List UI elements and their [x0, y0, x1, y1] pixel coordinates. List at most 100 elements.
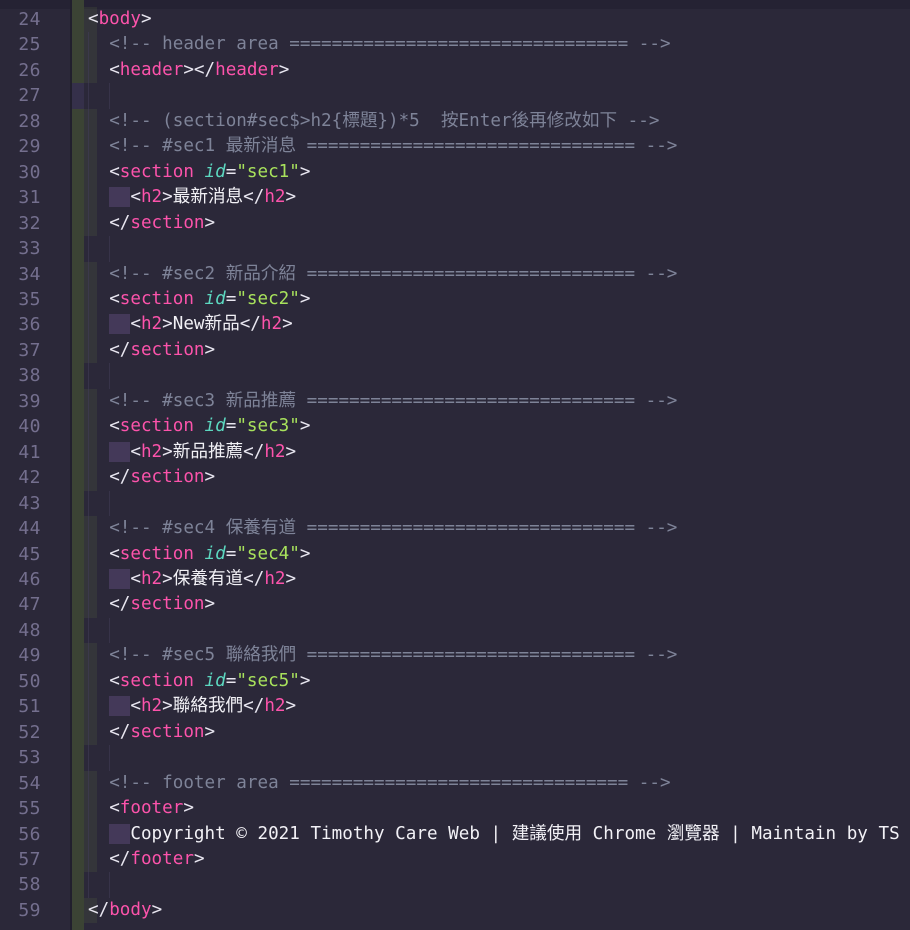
line-number[interactable]: 25	[0, 32, 41, 57]
code-token: >	[162, 187, 173, 207]
line-number[interactable]: 33	[0, 236, 41, 261]
code-line-54[interactable]: 54 <!-- footer area ====================…	[0, 771, 910, 796]
code-token: <	[109, 798, 120, 818]
line-number[interactable]: 48	[0, 618, 41, 643]
line-number[interactable]: 44	[0, 516, 41, 541]
code-line-40[interactable]: 40 <section id="sec3">	[0, 414, 910, 439]
line-number[interactable]: 24	[0, 7, 41, 32]
indent-guide	[109, 745, 110, 770]
code-line-49[interactable]: 49 <!-- #sec5 聯絡我們 =====================…	[0, 643, 910, 668]
line-number[interactable]: 29	[0, 134, 41, 159]
line-number[interactable]: 32	[0, 211, 41, 236]
code-text: <h2>聯絡我們</h2>	[88, 694, 296, 719]
code-line-28[interactable]: 28 <!-- (section#sec$>h2{標題})*5 按Enter後再…	[0, 109, 910, 134]
code-line-36[interactable]: 36 <h2>New新品</h2>	[0, 312, 910, 337]
code-line-34[interactable]: 34 <!-- #sec2 新品介紹 =====================…	[0, 262, 910, 287]
code-token: section	[130, 467, 204, 487]
code-token: <	[88, 9, 99, 29]
code-text: <!-- #sec1 最新消息 ========================…	[88, 134, 677, 159]
code-token: </	[109, 722, 130, 742]
line-number[interactable]: 26	[0, 58, 41, 83]
code-line-51[interactable]: 51 <h2>聯絡我們</h2>	[0, 694, 910, 719]
code-line-53[interactable]: 53	[0, 745, 910, 770]
line-number[interactable]: 30	[0, 160, 41, 185]
code-token: <!-- #sec5 聯絡我們 ========================…	[109, 645, 677, 665]
line-number[interactable]: 57	[0, 847, 41, 872]
code-line-24[interactable]: 24<body>	[0, 7, 910, 32]
line-number[interactable]: 46	[0, 567, 41, 592]
line-number[interactable]: 31	[0, 185, 41, 210]
code-token: >	[300, 289, 311, 309]
line-number[interactable]: 55	[0, 796, 41, 821]
code-lines-container[interactable]: 24 < body >25 <!-- header area ============…	[0, 7, 910, 923]
code-line-52[interactable]: 52 </section>	[0, 720, 910, 745]
code-token: <!-- header area =======================…	[109, 34, 670, 54]
code-line-44[interactable]: 44 <!-- #sec4 保養有道 =====================…	[0, 516, 910, 541]
line-number[interactable]: 28	[0, 109, 41, 134]
code-token: 新品推薦	[173, 442, 243, 462]
line-number[interactable]: 51	[0, 694, 41, 719]
code-line-26[interactable]: 26 <header></header>	[0, 58, 910, 83]
code-line-33[interactable]: 33	[0, 236, 910, 261]
code-line-35[interactable]: 35 <section id="sec2">	[0, 287, 910, 312]
code-line-55[interactable]: 55 <footer>	[0, 796, 910, 821]
line-number[interactable]: 43	[0, 491, 41, 516]
line-number[interactable]: 54	[0, 771, 41, 796]
code-line-43[interactable]: 43	[0, 491, 910, 516]
code-line-30[interactable]: 30 <section id="sec1">	[0, 160, 910, 185]
code-text: <section id="sec5">	[88, 669, 310, 694]
line-number[interactable]: 37	[0, 338, 41, 363]
code-token: </	[109, 340, 130, 360]
line-number[interactable]: 35	[0, 287, 41, 312]
line-number[interactable]: 27	[0, 83, 41, 108]
code-line-45[interactable]: 45 <section id="sec4">	[0, 542, 910, 567]
line-number[interactable]: 58	[0, 872, 41, 897]
line-number[interactable]: 49	[0, 643, 41, 668]
line-number[interactable]: 40	[0, 414, 41, 439]
code-token: body	[109, 900, 151, 920]
code-token	[194, 162, 205, 182]
code-line-50[interactable]: 50 <section id="sec5">	[0, 669, 910, 694]
code-line-31[interactable]: 31 <h2>最新消息</h2>	[0, 185, 910, 210]
line-number[interactable]: 38	[0, 363, 41, 388]
line-number[interactable]: 45	[0, 542, 41, 567]
code-text: <h2>New新品</h2>	[88, 312, 293, 337]
line-number[interactable]: 50	[0, 669, 41, 694]
code-line-46[interactable]: 46 <h2>保養有道</h2>	[0, 567, 910, 592]
line-number[interactable]: 34	[0, 262, 41, 287]
code-text: <footer>	[88, 796, 194, 821]
code-line-57[interactable]: 57 </footer>	[0, 847, 910, 872]
code-text: <h2>最新消息</h2>	[88, 185, 296, 210]
code-line-37[interactable]: 37 </section>	[0, 338, 910, 363]
code-line-27[interactable]: 27	[0, 83, 910, 108]
line-number[interactable]: 36	[0, 312, 41, 337]
code-line-56[interactable]: 56 Copyright © 2021 Timothy Care Web | 建…	[0, 822, 910, 847]
code-token: >	[286, 442, 297, 462]
code-token: <	[109, 671, 120, 691]
code-line-58[interactable]: 58	[0, 872, 910, 897]
code-line-25[interactable]: 25 <!-- header area ====================…	[0, 32, 910, 57]
code-line-42[interactable]: 42 </section>	[0, 465, 910, 490]
code-line-38[interactable]: 38	[0, 363, 910, 388]
line-number[interactable]: 53	[0, 745, 41, 770]
code-line-47[interactable]: 47 </section>	[0, 592, 910, 617]
code-line-29[interactable]: 29 <!-- #sec1 最新消息 =====================…	[0, 134, 910, 159]
code-line-39[interactable]: 39 <!-- #sec3 新品推薦 =====================…	[0, 389, 910, 414]
code-token: =	[226, 289, 237, 309]
line-number[interactable]: 52	[0, 720, 41, 745]
line-number[interactable]: 42	[0, 465, 41, 490]
line-number[interactable]: 41	[0, 440, 41, 465]
line-number[interactable]: 59	[0, 898, 41, 923]
line-number[interactable]: 56	[0, 822, 41, 847]
code-token: 保養有道	[173, 569, 243, 589]
line-number[interactable]: 47	[0, 592, 41, 617]
code-line-48[interactable]: 48	[0, 618, 910, 643]
line-number[interactable]: 39	[0, 389, 41, 414]
code-editor[interactable]: 24 < body >25 <!-- header area ============…	[0, 0, 910, 930]
code-text: </section>	[88, 338, 215, 363]
code-line-59[interactable]: 59</body>	[0, 898, 910, 923]
code-line-32[interactable]: 32 </section>	[0, 211, 910, 236]
code-line-41[interactable]: 41 <h2>新品推薦</h2>	[0, 440, 910, 465]
code-token: New新品	[173, 314, 240, 334]
highlighted-whitespace	[109, 442, 130, 462]
